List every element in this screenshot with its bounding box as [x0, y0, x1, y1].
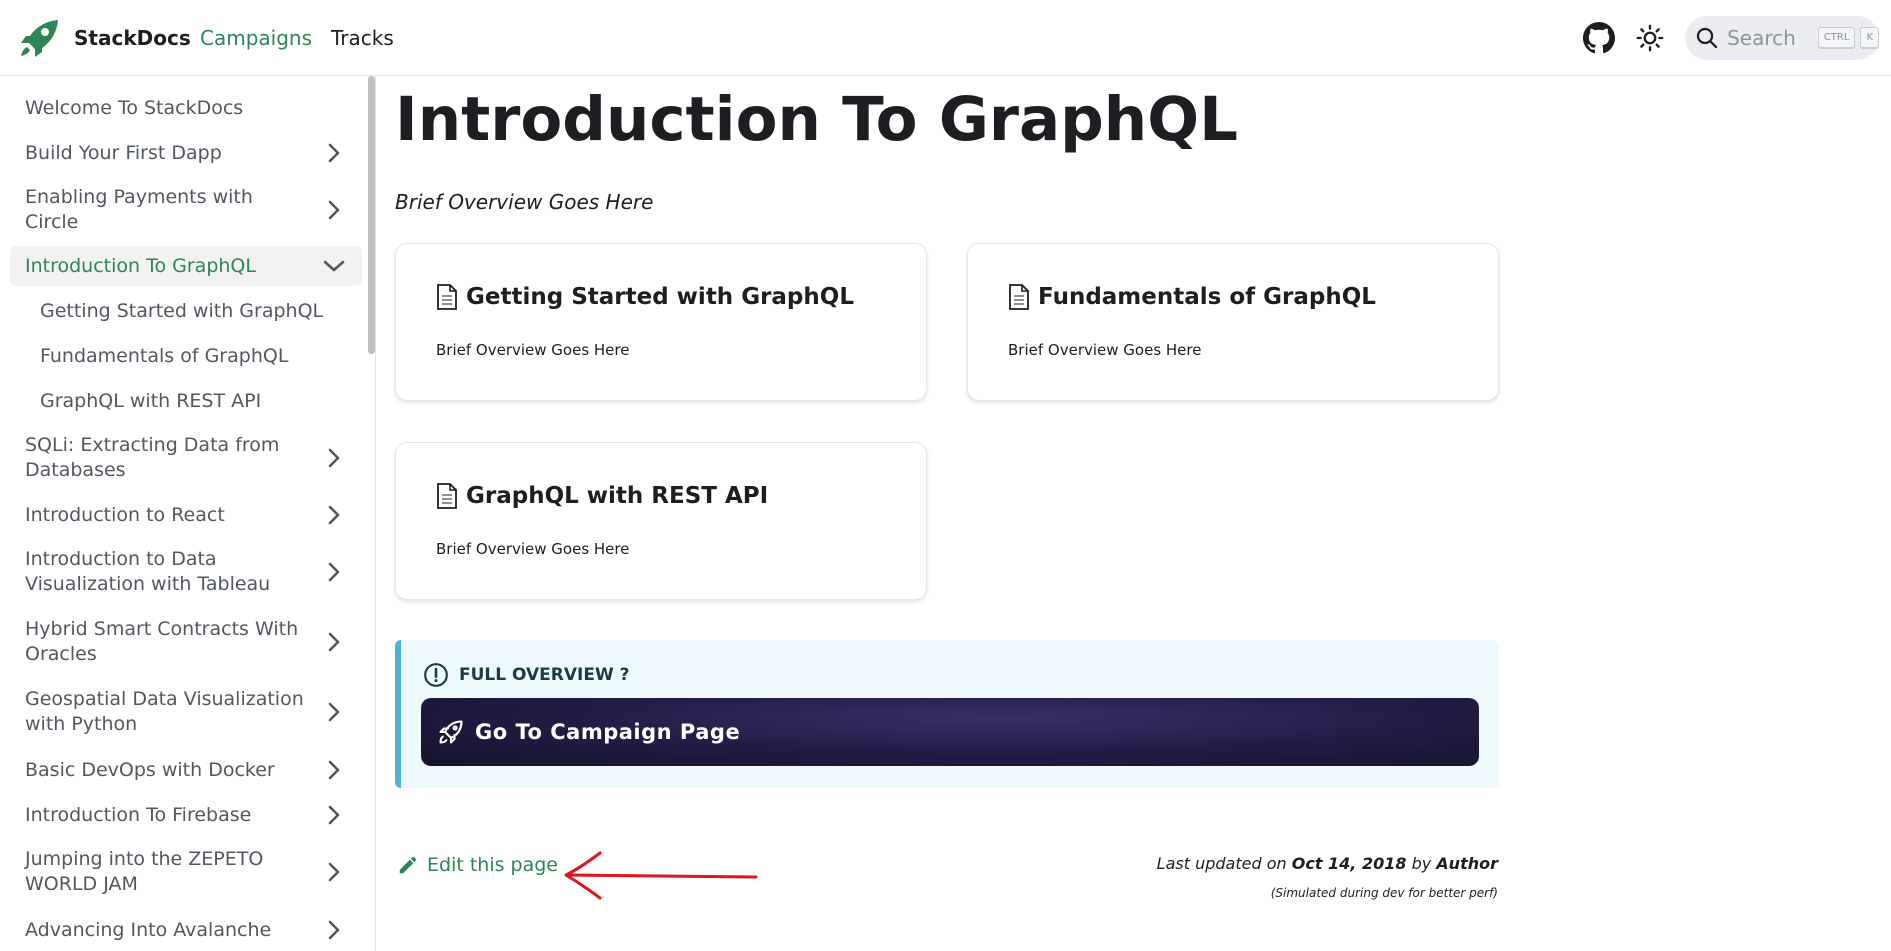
card-title: Fundamentals of GraphQL: [1008, 284, 1376, 310]
chevron-right-icon[interactable]: [322, 860, 346, 884]
card-title-text: Fundamentals of GraphQL: [1038, 284, 1376, 310]
exclamation-circle-icon: [424, 663, 448, 687]
rocket-icon: [439, 720, 463, 744]
github-icon[interactable]: [1581, 20, 1617, 56]
sidebar-item-avalanche[interactable]: Advancing Into Avalanche: [10, 911, 362, 949]
sidebar-item-label: Introduction To GraphQL: [25, 254, 256, 277]
sidebar-item-intro-react[interactable]: Introduction to React: [10, 496, 362, 534]
last-updated-prefix: Last updated on: [1156, 854, 1287, 873]
admonition-heading: FULL OVERVIEW ?: [423, 662, 629, 688]
sidebar-item-label: Getting Started with GraphQL: [40, 299, 324, 322]
sidebar-item-label: Enabling Payments with Circle: [25, 186, 253, 233]
document-icon: [437, 483, 457, 509]
sidebar-item-label: Introduction to Data Visualization with …: [25, 548, 271, 595]
last-updated: Last updated on Oct 14, 2018 by Author: [376, 854, 1498, 873]
sidebar-item-sqli[interactable]: SQLi: Extracting Data from Databases: [10, 427, 362, 489]
sidebar-item-geospatial-python[interactable]: Geospatial Data Visualization with Pytho…: [10, 681, 362, 743]
go-to-campaign-button[interactable]: Go To Campaign Page: [421, 698, 1479, 766]
sidebar-item-label: Hybrid Smart Contracts With Oracles: [25, 618, 299, 665]
last-updated-note: (Simulated during dev for better perf): [1270, 886, 1498, 900]
sidebar-item-label: Welcome To StackDocs: [25, 96, 244, 119]
main-content: Introduction To GraphQL Brief Overview G…: [376, 76, 1891, 951]
card-description: Brief Overview Goes Here: [436, 540, 630, 558]
chevron-right-icon[interactable]: [322, 758, 346, 782]
sidebar-item-getting-started-graphql[interactable]: Getting Started with GraphQL: [10, 292, 362, 330]
chevron-right-icon[interactable]: [322, 503, 346, 527]
kbd-k: K: [1860, 27, 1879, 49]
sidebar-item-label: Fundamentals of GraphQL: [40, 344, 289, 367]
card-title-text: Getting Started with GraphQL: [466, 284, 854, 310]
sidebar-item-label: GraphQL with REST API: [40, 389, 262, 412]
card-title-text: GraphQL with REST API: [466, 483, 769, 509]
chevron-down-icon[interactable]: [322, 254, 346, 278]
last-updated-by: by: [1411, 854, 1432, 873]
search-icon: [1696, 27, 1718, 49]
doc-card-graphql-rest-api[interactable]: GraphQL with REST API Brief Overview Goe…: [395, 442, 927, 600]
kbd-ctrl: CTRL: [1817, 27, 1856, 49]
sun-icon[interactable]: [1632, 20, 1668, 56]
chevron-right-icon[interactable]: [322, 630, 346, 654]
chevron-right-icon[interactable]: [322, 198, 346, 222]
sidebar-item-graphql-rest-api[interactable]: GraphQL with REST API: [10, 382, 362, 420]
last-updated-date: Oct 14, 2018: [1291, 854, 1407, 873]
search-button[interactable]: Search CTRL K: [1685, 16, 1879, 60]
page-description: Brief Overview Goes Here: [395, 190, 654, 214]
doc-card-getting-started[interactable]: Getting Started with GraphQL Brief Overv…: [395, 243, 927, 401]
admonition-heading-text: FULL OVERVIEW ?: [459, 665, 630, 685]
document-icon: [437, 284, 457, 310]
doc-card-fundamentals[interactable]: Fundamentals of GraphQL Brief Overview G…: [967, 243, 1499, 401]
sidebar-item-fundamentals-graphql[interactable]: Fundamentals of GraphQL: [10, 337, 362, 375]
chevron-right-icon[interactable]: [322, 141, 346, 165]
rocket-logo-icon: [21, 20, 58, 57]
sidebar-item-label: Geospatial Data Visualization with Pytho…: [25, 688, 304, 735]
chevron-right-icon[interactable]: [322, 700, 346, 724]
chevron-right-icon[interactable]: [322, 803, 346, 827]
sidebar: Welcome To StackDocs Build Your First Da…: [0, 76, 376, 951]
sidebar-item-welcome[interactable]: Welcome To StackDocs: [10, 89, 362, 127]
sidebar-item-payments-circle[interactable]: Enabling Payments with Circle: [10, 179, 362, 241]
page-title: Introduction To GraphQL: [395, 84, 1238, 155]
card-description: Brief Overview Goes Here: [1008, 341, 1202, 359]
sidebar-item-label: Advancing Into Avalanche: [25, 918, 272, 941]
chevron-right-icon[interactable]: [322, 918, 346, 942]
sidebar-item-intro-graphql[interactable]: Introduction To GraphQL: [10, 246, 362, 286]
brand-link[interactable]: StackDocs: [18, 18, 191, 58]
card-title: Getting Started with GraphQL: [436, 284, 854, 310]
nav-link-campaigns[interactable]: Campaigns: [200, 26, 312, 50]
document-icon: [1009, 284, 1029, 310]
sidebar-item-data-viz-tableau[interactable]: Introduction to Data Visualization with …: [10, 541, 362, 603]
sidebar-item-label: SQLi: Extracting Data from Databases: [25, 434, 280, 481]
sidebar-item-devops-docker[interactable]: Basic DevOps with Docker: [10, 751, 362, 789]
nav-link-tracks[interactable]: Tracks: [331, 26, 394, 50]
search-placeholder: Search: [1727, 26, 1796, 50]
last-updated-author: Author: [1436, 854, 1498, 873]
sidebar-item-hybrid-smart-contracts[interactable]: Hybrid Smart Contracts With Oracles: [10, 611, 362, 673]
sidebar-item-label: Jumping into the ZEPETO WORLD JAM: [25, 848, 264, 895]
sidebar-item-zepeto-world-jam[interactable]: Jumping into the ZEPETO WORLD JAM: [10, 841, 362, 903]
card-title: GraphQL with REST API: [436, 483, 768, 509]
info-admonition: FULL OVERVIEW ? Go To Campaign Page: [395, 640, 1499, 788]
sidebar-scrollbar[interactable]: [368, 76, 375, 354]
sidebar-item-intro-firebase[interactable]: Introduction To Firebase: [10, 796, 362, 834]
sidebar-item-label: Build Your First Dapp: [25, 141, 222, 164]
go-to-campaign-label: Go To Campaign Page: [475, 720, 741, 744]
sidebar-item-build-first-dapp[interactable]: Build Your First Dapp: [10, 134, 362, 172]
navbar: StackDocs Campaigns Tracks Search CTRL K: [0, 0, 1891, 76]
sidebar-item-label: Introduction to React: [25, 503, 225, 526]
search-shortcut: CTRL K: [1813, 27, 1879, 49]
chevron-right-icon[interactable]: [322, 560, 346, 584]
sidebar-item-label: Introduction To Firebase: [25, 803, 252, 826]
sidebar-item-label: Basic DevOps with Docker: [25, 758, 275, 781]
card-description: Brief Overview Goes Here: [436, 341, 630, 359]
chevron-right-icon[interactable]: [322, 446, 346, 470]
brand-name: StackDocs: [74, 26, 191, 50]
